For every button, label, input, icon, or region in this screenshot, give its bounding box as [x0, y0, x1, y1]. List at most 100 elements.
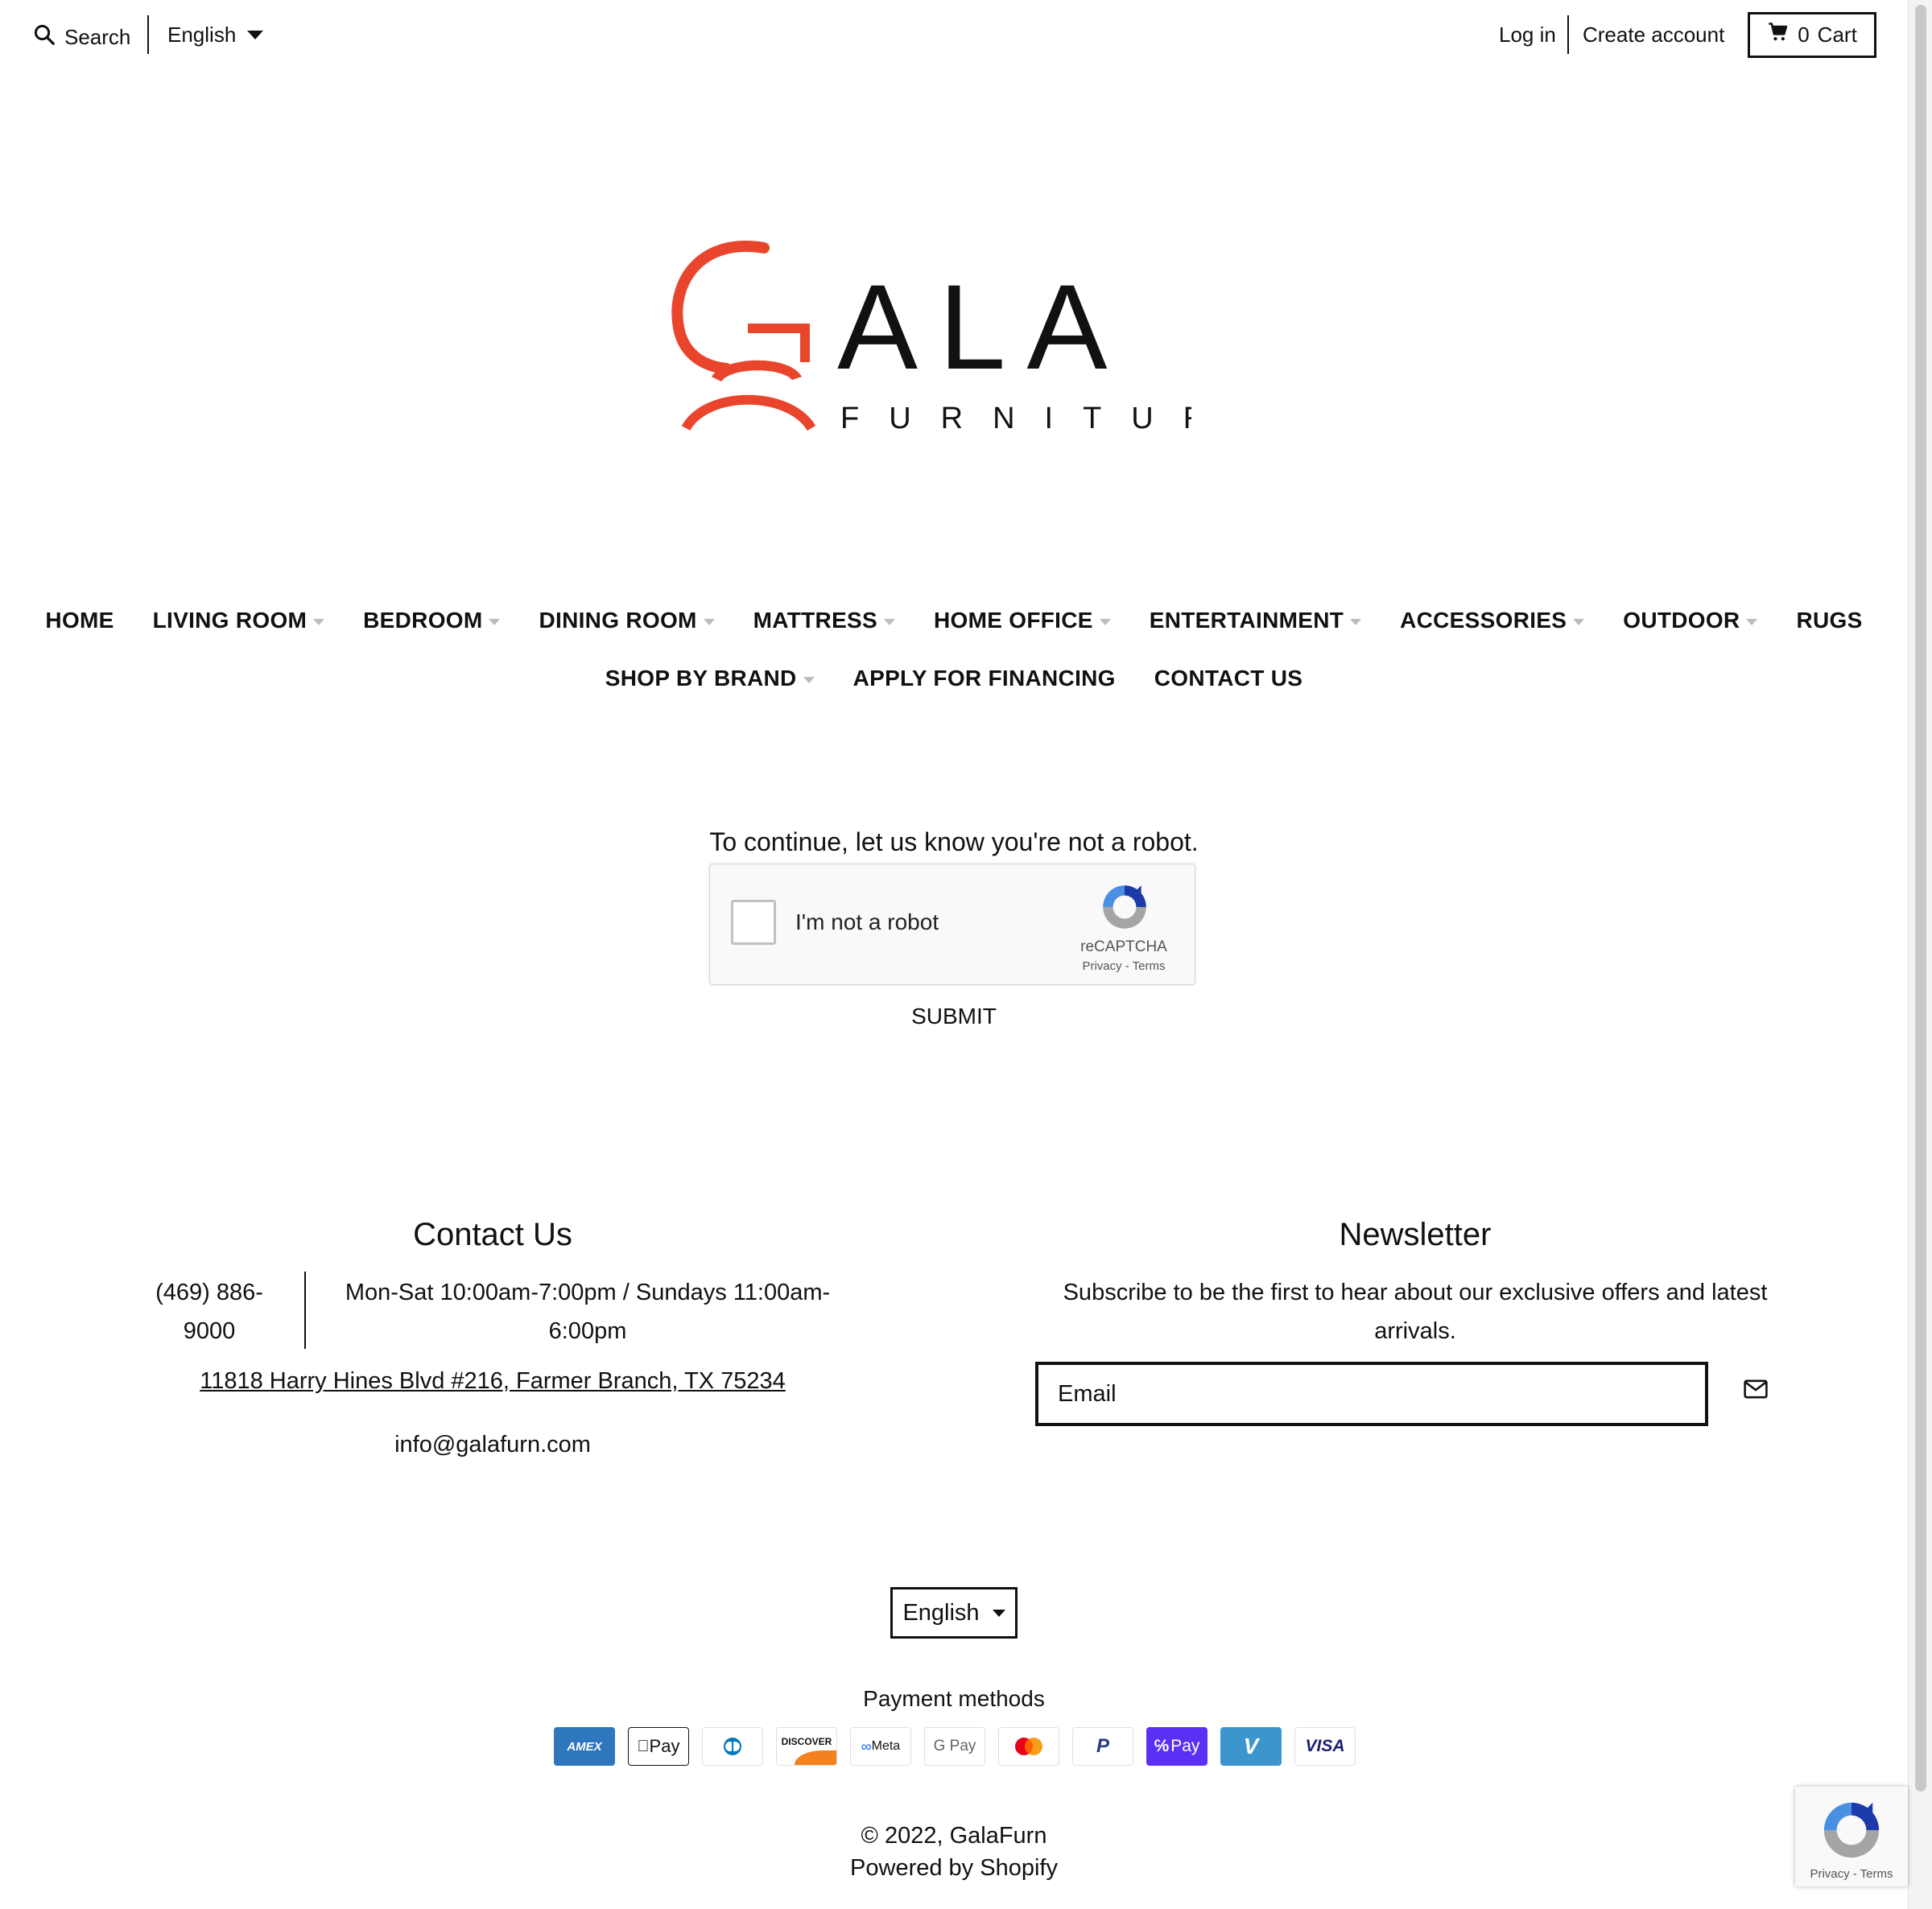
- nav-item-mattress[interactable]: MATTRESS: [753, 608, 895, 633]
- recaptcha-badge[interactable]: Privacy - Terms: [1795, 1787, 1908, 1886]
- divider: [304, 1272, 306, 1349]
- language-label: English: [167, 23, 237, 47]
- search-label: Search: [64, 25, 131, 49]
- store-address-link[interactable]: 11818 Harry Hines Blvd #216, Farmer Bran…: [130, 1368, 855, 1395]
- divider: [1567, 15, 1569, 54]
- nav-item-bedroom[interactable]: BEDROOM: [363, 608, 501, 633]
- search-button[interactable]: Search: [32, 23, 130, 52]
- apple-pay-icon: Pay: [628, 1727, 689, 1766]
- nav-item-label: HOME OFFICE: [934, 608, 1093, 633]
- chevron-down-icon: [703, 619, 715, 625]
- hours-line: Mon-Sat 10:00am-7:00pm / Sundays 11:00am…: [345, 1280, 831, 1305]
- logo-wordmark: ALA: [837, 259, 1129, 394]
- nav-item-outdoor[interactable]: OUTDOOR: [1623, 608, 1758, 633]
- nav-item-living-room[interactable]: LIVING ROOM: [153, 608, 325, 633]
- nav-item-entertainment[interactable]: ENTERTAINMENT: [1149, 608, 1362, 633]
- envelope-icon: [1744, 1379, 1768, 1402]
- newsletter-text-line: arrivals.: [1374, 1318, 1456, 1344]
- phone-line: 9000: [183, 1318, 236, 1344]
- cart-icon: [1767, 21, 1790, 49]
- store-hours: Mon-Sat 10:00am-7:00pm / Sundays 11:00am…: [330, 1273, 845, 1350]
- chevron-down-icon: [489, 619, 501, 625]
- nav-item-home[interactable]: HOME: [45, 608, 114, 633]
- login-link[interactable]: Log in: [1499, 23, 1556, 47]
- copyright: © 2022, GalaFurn: [861, 1823, 1047, 1849]
- nav-item-label: LIVING ROOM: [152, 608, 308, 633]
- cart-count: 0: [1798, 23, 1810, 47]
- create-account-link[interactable]: Create account: [1583, 23, 1724, 47]
- search-icon: [32, 23, 56, 52]
- nav-item-label: BEDROOM: [363, 608, 483, 633]
- submit-button[interactable]: SUBMIT: [0, 1004, 1908, 1029]
- mastercard-icon: [998, 1727, 1059, 1766]
- nav-item-contact-us[interactable]: CONTACT US: [1154, 666, 1302, 691]
- diners-club-icon: [702, 1727, 763, 1766]
- language-selector[interactable]: English: [167, 23, 264, 47]
- page-scrollbar[interactable]: [1908, 0, 1932, 1909]
- discover-icon: DISCOVER: [776, 1727, 837, 1766]
- main-navigation: HOME LIVING ROOM BEDROOM DINING ROOM MATTRES…: [0, 600, 1908, 699]
- nav-item-label: OUTDOOR: [1623, 608, 1740, 633]
- recaptcha-icon: [1098, 880, 1151, 934]
- nav-item-label: RUGS: [1796, 608, 1863, 633]
- logo-g-chair-mark: [671, 241, 816, 431]
- nav-item-rugs[interactable]: RUGS: [1796, 608, 1862, 633]
- nav-row: HOME LIVING ROOM BEDROOM DINING ROOM MATTRES…: [0, 600, 1908, 641]
- recaptcha-badge-links[interactable]: Privacy - Terms: [1795, 1867, 1908, 1881]
- nav-item-apply-for-financing[interactable]: APPLY FOR FINANCING: [853, 666, 1116, 691]
- chevron-down-icon: [884, 619, 895, 625]
- captcha-prompt: To continue, let us know you're not a ro…: [709, 827, 1199, 856]
- nav-item-label: SHOP BY BRAND: [605, 666, 797, 691]
- meta-pay-icon: ∞ Meta: [850, 1727, 911, 1766]
- recaptcha-label: I'm not a robot: [795, 909, 939, 934]
- recaptcha-checkbox[interactable]: [731, 900, 776, 945]
- contact-email-link[interactable]: info@galafurn.com: [251, 1432, 734, 1458]
- nav-item-dining-room[interactable]: DINING ROOM: [539, 608, 715, 633]
- nav-item-accessories[interactable]: ACCESSORIES: [1400, 608, 1585, 633]
- venmo-icon: V: [1220, 1727, 1282, 1766]
- chevron-down-icon: [803, 677, 815, 683]
- recaptcha-brand: reCAPTCHA: [1080, 938, 1167, 955]
- newsletter-description: Subscribe to be the first to hear about …: [1046, 1273, 1784, 1350]
- nav-item-label: ACCESSORIES: [1400, 608, 1567, 633]
- chevron-down-icon: [1573, 619, 1585, 625]
- nav-item-label: APPLY FOR FINANCING: [852, 666, 1116, 691]
- contact-phone[interactable]: (469) 886- 9000: [129, 1273, 290, 1350]
- recaptcha-widget: I'm not a robot reCAPTCHA Privacy - Term…: [709, 864, 1195, 985]
- nav-item-shop-by-brand[interactable]: SHOP BY BRAND: [605, 666, 815, 691]
- newsletter-text-line: Subscribe to be the first to hear about …: [1063, 1280, 1768, 1305]
- chevron-down-icon: [1099, 619, 1111, 625]
- google-pay-icon: G Pay: [924, 1727, 985, 1766]
- hours-line: 6:00pm: [548, 1318, 627, 1344]
- powered-by-shopify-link[interactable]: Powered by Shopify: [0, 1855, 1908, 1882]
- chevron-down-icon: [992, 1609, 1005, 1617]
- nav-row: SHOP BY BRAND APPLY FOR FINANCING CONTACT …: [0, 658, 1908, 699]
- recaptcha-links[interactable]: Privacy - Terms: [1051, 959, 1196, 973]
- chevron-down-icon: [1746, 619, 1758, 625]
- chevron-down-icon: [1350, 619, 1362, 625]
- cart-label: Cart: [1817, 23, 1857, 47]
- nav-item-home-office[interactable]: HOME OFFICE: [934, 608, 1111, 633]
- site-logo[interactable]: ALA FURNITURE: [668, 233, 1256, 443]
- chevron-down-icon: [247, 31, 264, 39]
- visa-icon: VISA: [1294, 1727, 1356, 1766]
- newsletter-email-input[interactable]: [1035, 1362, 1708, 1426]
- nav-item-label: HOME: [45, 608, 114, 633]
- top-bar: Search English Log in Create account 0 C…: [0, 0, 1908, 72]
- nav-item-label: ENTERTAINMENT: [1149, 608, 1344, 633]
- phone-line: (469) 886-: [155, 1280, 263, 1305]
- shop-pay-icon: ℅ Pay: [1146, 1727, 1208, 1766]
- logo-tagline: FURNITURE: [840, 402, 1191, 435]
- newsletter-submit-button[interactable]: [1744, 1379, 1774, 1408]
- payment-methods-list: AMEX Pay DISCOVER ∞Meta G Pay P ℅Pay V …: [554, 1727, 1356, 1766]
- paypal-icon: P: [1072, 1727, 1133, 1766]
- contact-title: Contact Us: [413, 1217, 572, 1252]
- cart-button[interactable]: 0 Cart: [1748, 12, 1876, 58]
- amex-icon: AMEX: [554, 1727, 615, 1766]
- newsletter-title: Newsletter: [1339, 1217, 1492, 1252]
- scrollbar-thumb[interactable]: [1915, 5, 1926, 1791]
- language-label: English: [902, 1599, 980, 1626]
- payment-methods-title: Payment methods: [863, 1686, 1045, 1711]
- nav-item-label: CONTACT US: [1154, 666, 1303, 691]
- footer-language-selector[interactable]: English: [890, 1587, 1018, 1639]
